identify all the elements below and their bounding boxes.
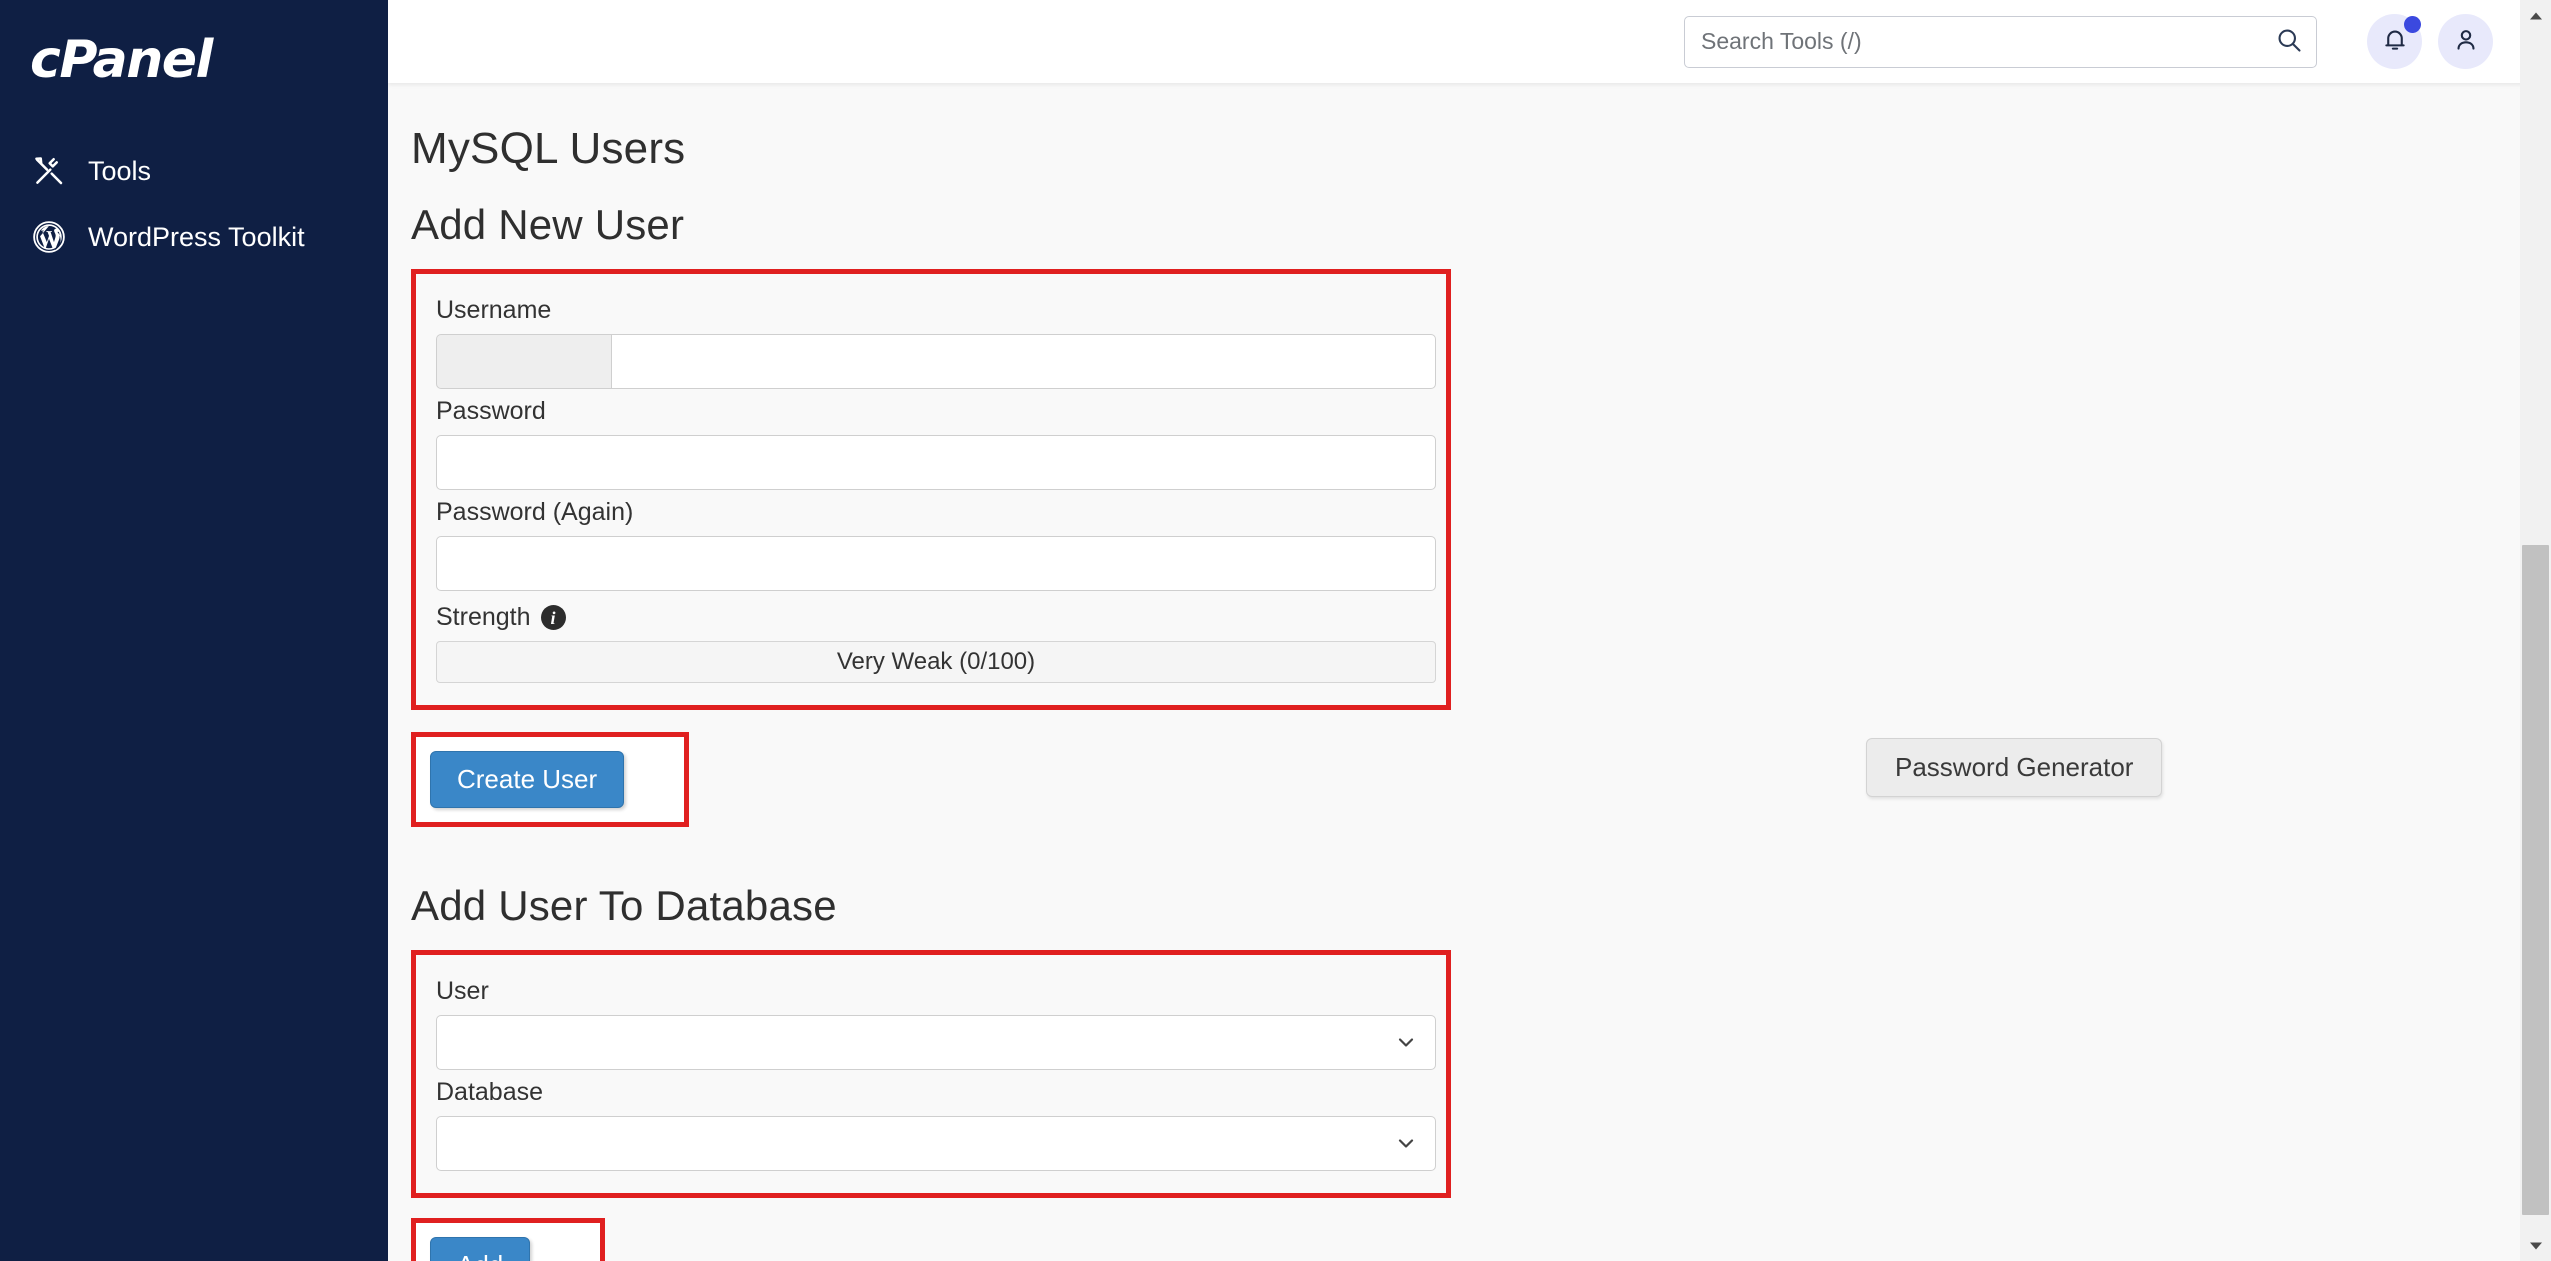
password-label: Password — [436, 397, 546, 425]
account-button[interactable] — [2438, 14, 2493, 69]
sidebar-item-label-wordpress-toolkit: WordPress Toolkit — [88, 221, 305, 252]
db-database-label: Database — [436, 1077, 544, 1106]
wordpress-icon — [32, 220, 66, 254]
username-label: Username — [436, 296, 552, 324]
password-again-input[interactable] — [436, 536, 1436, 591]
sidebar: cPanel Tools WordPress Toolkit — [0, 0, 388, 1261]
cpanel-logo-text: cPanel — [30, 30, 213, 90]
search-icon — [2275, 26, 2303, 57]
password-strength-text: Very Weak (0/100) — [836, 648, 1036, 675]
sidebar-item-wordpress-toolkit[interactable]: WordPress Toolkit — [0, 204, 388, 270]
password-generator-wrap: Password Generator — [1866, 738, 2163, 797]
section-title-add-new-user: Add New User — [411, 201, 685, 248]
search-button[interactable] — [2269, 22, 2309, 62]
page-title: MySQL Users — [411, 124, 686, 173]
sidebar-nav: Tools WordPress Toolkit — [0, 138, 388, 270]
top-header — [388, 0, 2551, 83]
main-area: MySQL Users Add New User Username Passwo… — [388, 0, 2551, 1261]
password-again-label: Password (Again) — [436, 498, 634, 526]
add-user-to-database-form: User Database — [416, 955, 1446, 1193]
db-user-select[interactable] — [436, 1014, 1436, 1070]
username-input[interactable] — [611, 334, 1436, 389]
create-user-button-annotation: Create User — [411, 732, 690, 827]
sidebar-item-tools[interactable]: Tools — [0, 138, 388, 204]
password-generator-button[interactable]: Password Generator — [1866, 738, 2163, 797]
user-icon — [2452, 26, 2480, 57]
add-new-user-form: Username Password Password (Again) Stren… — [416, 274, 1446, 705]
password-input[interactable] — [436, 435, 1436, 490]
strength-label: Strength — [436, 603, 531, 631]
bell-icon — [2381, 26, 2409, 57]
password-strength-bar: Very Weak (0/100) — [436, 641, 1436, 683]
add-button-annotation: Add — [411, 1217, 606, 1261]
search-input[interactable] — [1684, 15, 2317, 68]
scroll-up-arrow[interactable] — [2520, 0, 2551, 31]
add-user-to-database-button[interactable]: Add — [430, 1236, 531, 1261]
db-database-select-wrap — [436, 1115, 1436, 1171]
username-input-group — [436, 334, 1436, 389]
sidebar-item-label-tools: Tools — [88, 155, 152, 186]
scrollbar-thumb[interactable] — [2522, 545, 2549, 1215]
strength-label-row: Strength i — [436, 603, 1426, 632]
section-title-add-user-to-database: Add User To Database — [411, 881, 837, 929]
content-area: MySQL Users Add New User Username Passwo… — [388, 83, 2551, 1261]
info-icon[interactable]: i — [540, 605, 566, 630]
db-user-select-wrap — [436, 1014, 1436, 1070]
search-box — [1684, 15, 2317, 68]
vertical-scrollbar[interactable] — [2520, 0, 2551, 1261]
db-user-label: User — [436, 976, 489, 1005]
notification-badge — [2404, 16, 2421, 33]
add-new-user-fields-annotation: Username Password Password (Again) Stren… — [411, 269, 1451, 710]
db-database-select[interactable] — [436, 1115, 1436, 1171]
create-user-button[interactable]: Create User — [430, 751, 625, 808]
scroll-down-arrow[interactable] — [2520, 1230, 2551, 1261]
add-user-to-database-fields-annotation: User Database — [411, 949, 1451, 1198]
username-prefix-addon — [436, 334, 611, 389]
brand-logo[interactable]: cPanel — [0, 0, 388, 86]
notifications-button[interactable] — [2367, 14, 2422, 69]
tools-icon — [32, 154, 66, 188]
